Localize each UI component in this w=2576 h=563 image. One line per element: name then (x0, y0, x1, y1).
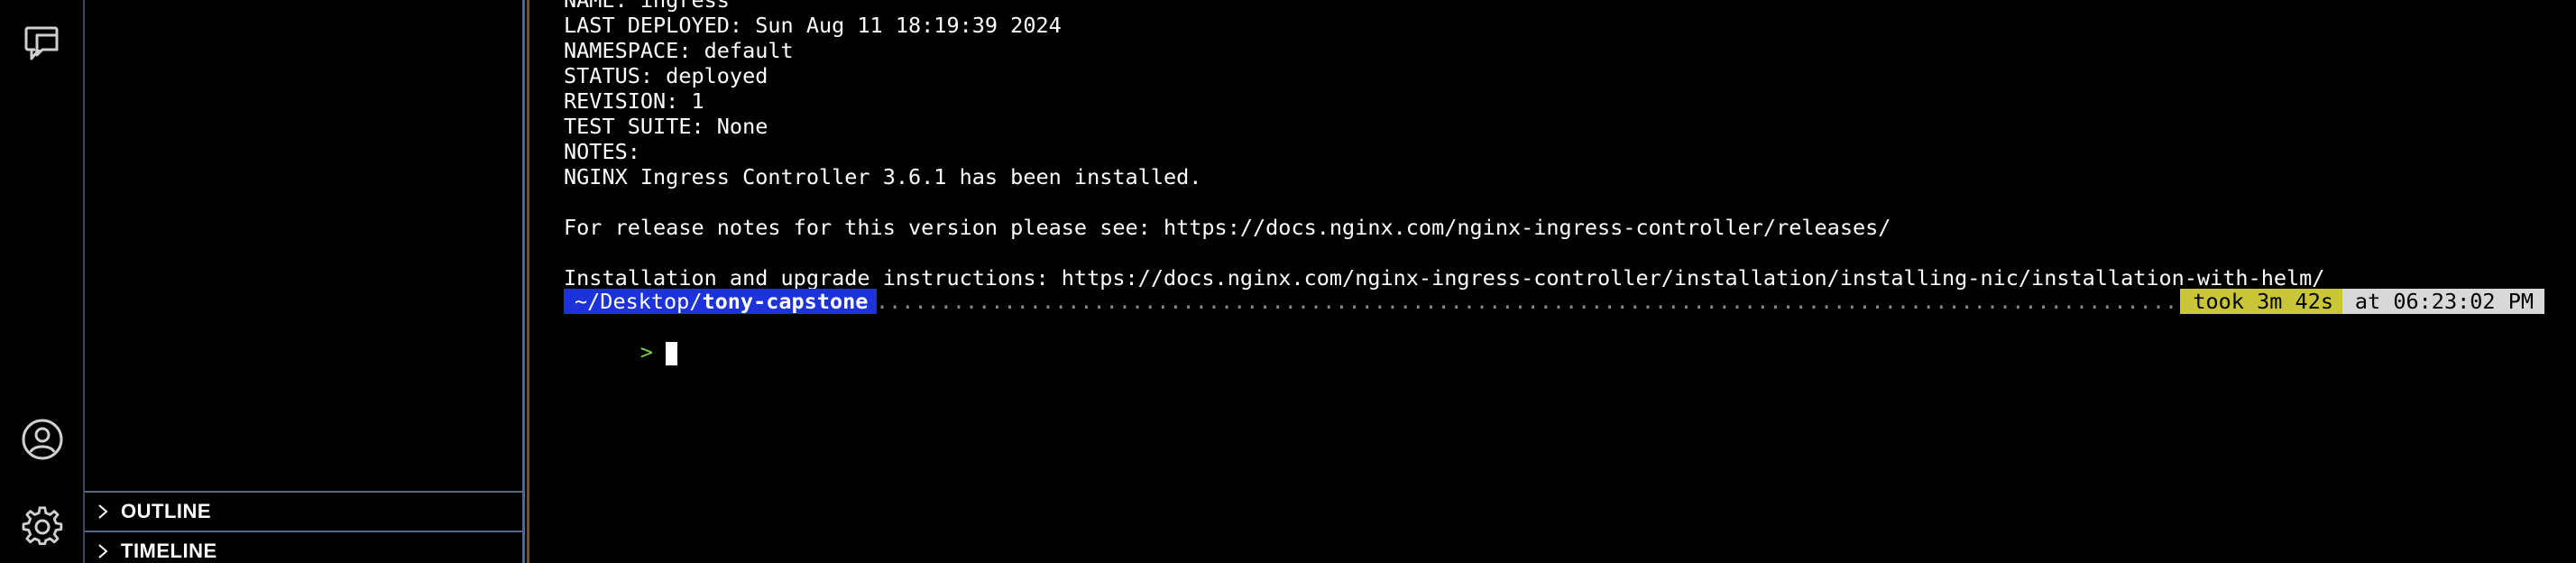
terminal-line: LAST DEPLOYED: Sun Aug 11 18:19:39 2024 (564, 13, 1062, 38)
timeline-label: TIMELINE (121, 540, 217, 562)
duration-badge: took 3m 42s (2180, 289, 2342, 314)
prompt-caret: > (639, 339, 654, 365)
prompt-filler-dots: ........................................… (876, 289, 2182, 314)
terminal-line: NOTES: (564, 139, 640, 164)
terminal-line: NGINX Ingress Controller 3.6.1 has been … (564, 164, 1202, 189)
prompt-input-line[interactable]: > (564, 314, 678, 365)
chevron-right-icon (96, 544, 110, 558)
terminal-output: NAME: ingress LAST DEPLOYED: Sun Aug 11 … (564, 0, 2576, 291)
side-panel: OUTLINE TIMELINE (85, 0, 525, 563)
terminal-line: REVISION: 1 (564, 88, 704, 114)
chat-icon[interactable] (20, 20, 65, 65)
chevron-right-icon (96, 504, 110, 519)
terminal-line: NAMESPACE: default (564, 38, 794, 63)
settings-icon[interactable] (20, 503, 65, 549)
prompt-path: ~/Desktop/tony-capstone (564, 289, 878, 314)
text-cursor (666, 341, 678, 365)
account-icon[interactable] (20, 417, 65, 462)
path-prefix: ~/Desktop/ (575, 289, 703, 314)
path-directory: tony-capstone (702, 289, 869, 314)
terminal-panel[interactable]: NAME: ingress LAST DEPLOYED: Sun Aug 11 … (527, 0, 2576, 563)
time-badge: at 06:23:02 PM (2341, 289, 2544, 314)
outline-label: OUTLINE (121, 500, 212, 522)
app-window: OUTLINE TIMELINE NAME: ingress LAST DEPL… (0, 0, 2576, 563)
terminal-line: Installation and upgrade instructions: h… (564, 265, 2325, 291)
terminal-line: STATUS: deployed (564, 63, 768, 88)
terminal-line: NAME: ingress (564, 0, 730, 13)
timeline-section-header[interactable]: TIMELINE (85, 531, 522, 563)
activity-bar (0, 0, 85, 563)
terminal-line: For release notes for this version pleas… (564, 215, 1891, 240)
prompt-status-line: ~/Desktop/tony-capstone ................… (564, 289, 2544, 314)
terminal-line: TEST SUITE: None (564, 114, 768, 139)
outline-section-header[interactable]: OUTLINE (85, 491, 522, 531)
